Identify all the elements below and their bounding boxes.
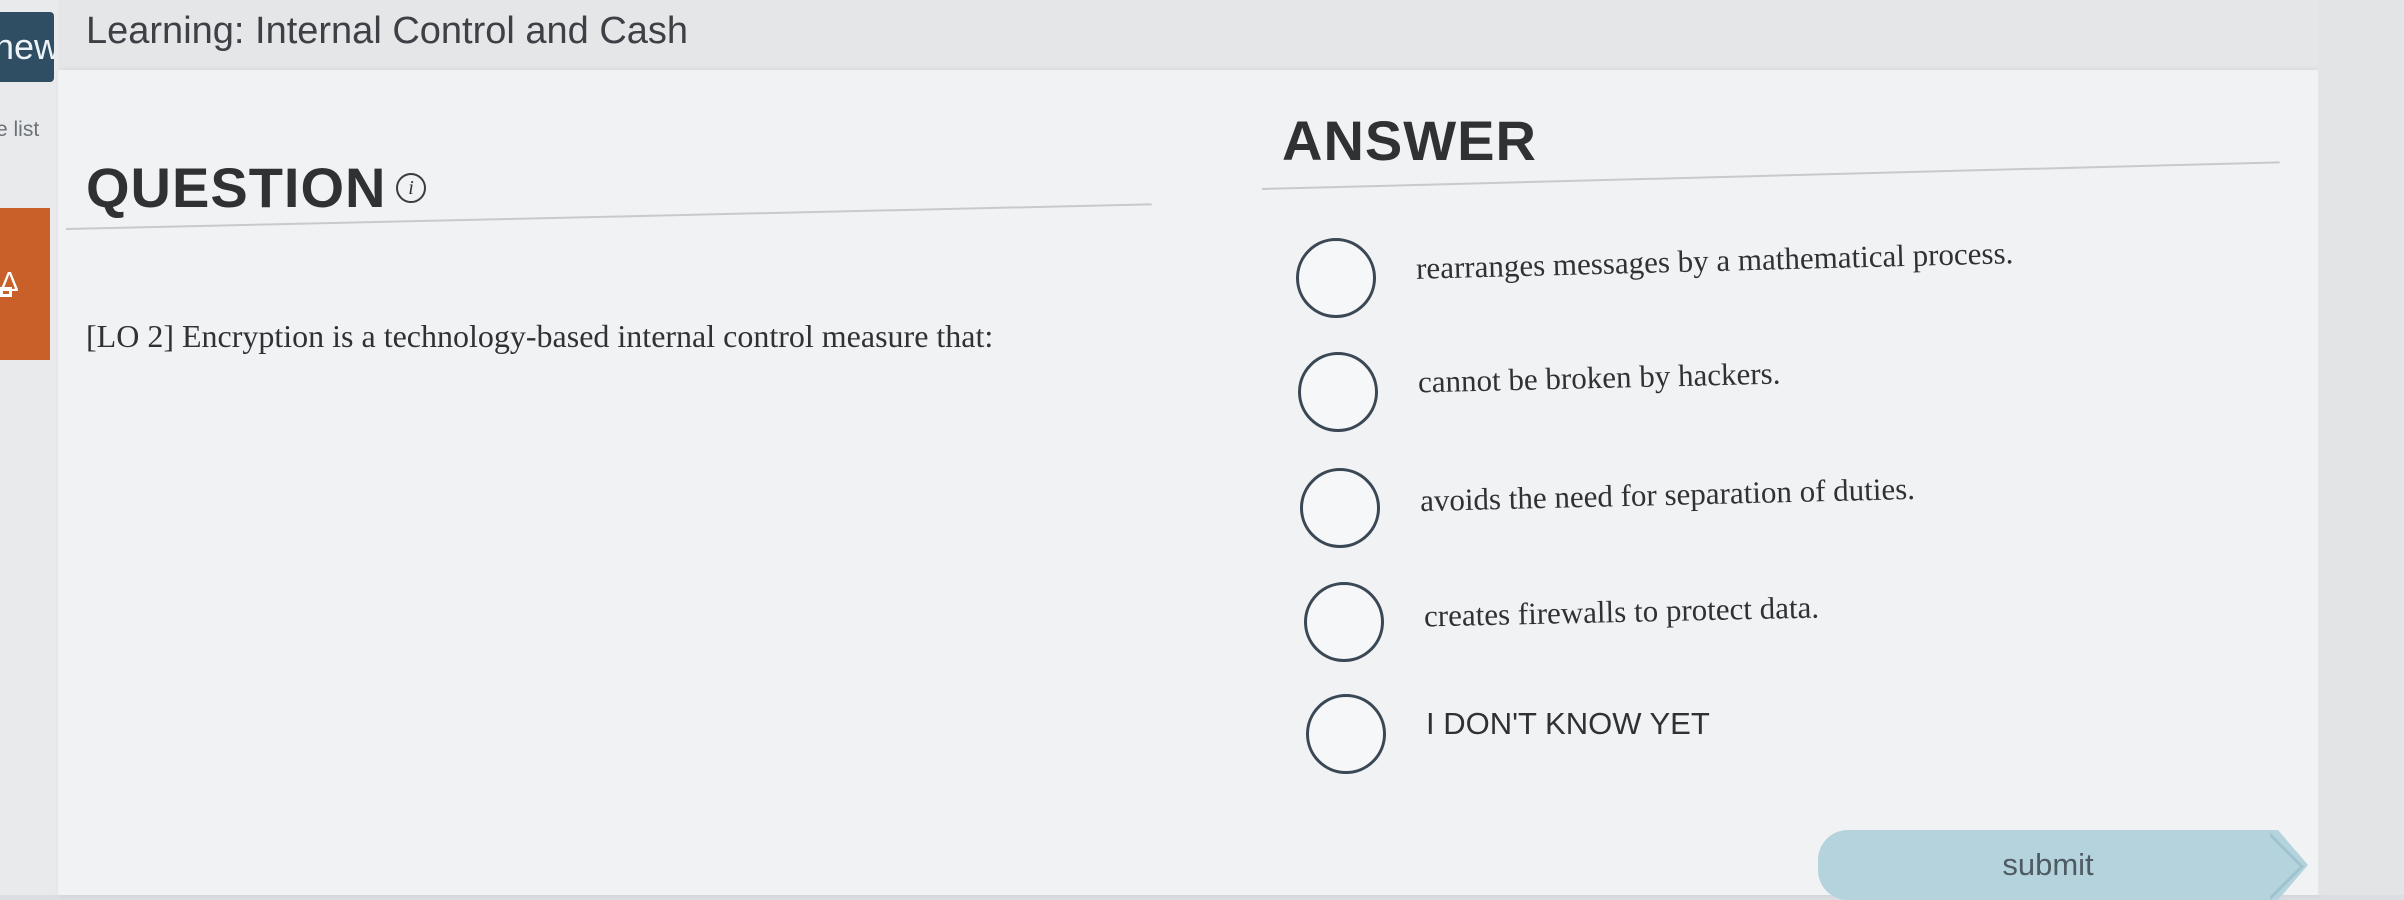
answer-option-label: avoids the need for separation of duties…: [1419, 470, 1916, 519]
answer-option-label: rearranges messages by a mathematical pr…: [1415, 235, 2014, 286]
answer-option-label: cannot be broken by hackers.: [1417, 355, 1781, 400]
radio-button[interactable]: [1306, 694, 1386, 774]
list-link[interactable]: e list: [0, 118, 50, 142]
answer-option[interactable]: avoids the need for separation of duties…: [1300, 468, 1915, 548]
question-heading-label: QUESTION: [86, 156, 387, 219]
new-tab[interactable]: new: [0, 12, 54, 82]
question-heading: QUESTION i: [86, 155, 427, 220]
answer-option-label: creates firewalls to protect data.: [1423, 589, 1820, 634]
answer-heading: ANSWER: [1282, 109, 1537, 172]
answer-option[interactable]: cannot be broken by hackers.: [1298, 352, 1781, 432]
page-title: Learning: Internal Control and Cash: [86, 10, 689, 52]
submit-button[interactable]: submit: [1818, 830, 2278, 900]
answer-option[interactable]: I DON'T KNOW YET: [1306, 694, 1710, 774]
answer-option[interactable]: creates firewalls to protect data.: [1304, 582, 1819, 662]
answer-option-label: I DON'T KNOW YET: [1426, 706, 1710, 741]
submit-chevron-icon: [2270, 830, 2312, 900]
answer-option[interactable]: rearranges messages by a mathematical pr…: [1296, 235, 2014, 318]
bookmark-icon: Δ: [0, 266, 19, 297]
radio-button[interactable]: [1296, 238, 1376, 318]
radio-button[interactable]: [1298, 352, 1378, 432]
info-icon[interactable]: i: [396, 172, 427, 203]
right-edge: [2318, 0, 2404, 895]
radio-button[interactable]: [1300, 468, 1380, 548]
question-text: [LO 2] Encryption is a technology-based …: [86, 318, 994, 354]
radio-button[interactable]: [1304, 582, 1384, 662]
left-rail: new e list Δ: [0, 0, 58, 895]
